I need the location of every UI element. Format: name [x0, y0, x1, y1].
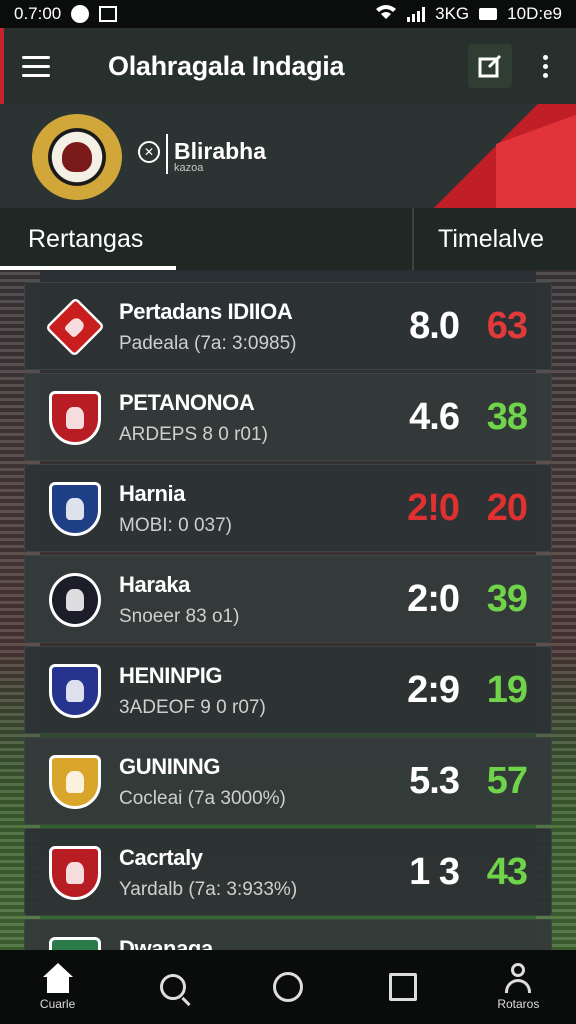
match-row[interactable]: HENINPIG 3ADEOF 9 0 r07) 2:9 19	[24, 646, 552, 734]
team-subtitle: Snoeer 83 o1)	[119, 606, 240, 627]
score-secondary: 43	[486, 851, 528, 893]
status-bar: 0.7:00 3KG 10D:e9	[0, 0, 576, 28]
team-subtitle: 3ADEOF 9 0 r07)	[119, 697, 266, 718]
nav-home[interactable]: Cuarle	[13, 950, 103, 1024]
team-name: Cacrtaly	[119, 845, 203, 870]
nav-profile-label: Rotaros	[497, 997, 540, 1011]
score-secondary: 38	[486, 396, 528, 438]
score-primary: 4.6	[409, 396, 460, 438]
league-header	[0, 104, 576, 208]
more-options-button[interactable]	[530, 44, 560, 88]
team-badge	[45, 570, 105, 630]
edit-icon	[478, 54, 502, 78]
team-name: PETANONOA	[119, 390, 255, 415]
team-subtitle: Yardalb (7a: 3:933%)	[119, 879, 298, 900]
team-badge	[45, 843, 105, 903]
tab-rertangas[interactable]: Rertangas	[0, 208, 176, 270]
team-name: Pertadans IDIIOA	[119, 299, 293, 324]
shield-crest-icon	[49, 664, 101, 718]
score-primary: 5.3	[409, 760, 460, 802]
score-primary: 1 3	[409, 851, 460, 893]
match-row[interactable]: GUNINNG Cocleai (7a 3000%) 5.3 57	[24, 737, 552, 825]
home-icon	[41, 963, 75, 993]
person-icon	[503, 963, 533, 993]
team-name: HENINPIG	[119, 663, 223, 688]
score-primary: 2!0	[407, 487, 460, 529]
team-name: GUNINNG	[119, 754, 221, 779]
network-type: 3KG	[435, 4, 470, 23]
match-row[interactable]: Pertadans IDIIOA Padeala (7a: 3:0985) 8.…	[24, 282, 552, 370]
match-row[interactable]: Haraka Snoeer 83 o1) 2:0 39	[24, 555, 552, 643]
nav-profile[interactable]: Rotaros	[473, 950, 563, 1024]
score-secondary: 63	[486, 305, 528, 347]
garuda-crest-icon	[49, 755, 101, 809]
league-crest-icon	[32, 114, 122, 200]
app-bar: Olahragala Indagia	[0, 28, 576, 104]
score-secondary: 19	[486, 669, 528, 711]
notification-icon	[71, 5, 90, 23]
nav-square[interactable]	[358, 950, 448, 1024]
score-primary: 2:9	[407, 669, 460, 711]
message-icon	[99, 6, 118, 22]
bottom-navigation: Cuarle Rotaros	[0, 950, 576, 1024]
nav-search[interactable]	[128, 950, 218, 1024]
square-icon	[389, 973, 418, 1001]
team-subtitle: ARDEPS 8 0 r01)	[119, 424, 268, 445]
circle-icon	[272, 972, 303, 1002]
team-badge	[45, 388, 105, 448]
team-badge	[45, 661, 105, 721]
shield-crest-icon	[49, 846, 101, 900]
diamond-crest-icon	[45, 297, 105, 357]
team-badge	[45, 297, 105, 357]
team-name: Haraka	[119, 572, 190, 597]
partner-subtitle: kazoa	[174, 162, 204, 174]
score-secondary: 57	[486, 760, 528, 802]
partner-name: Blirabha	[174, 138, 267, 164]
status-time: 0.7:00	[14, 4, 62, 23]
app-title: Olahragala Indagia	[108, 50, 345, 81]
team-subtitle: Padeala (7a: 3:0985)	[119, 333, 297, 354]
shield-crest-icon	[49, 482, 101, 536]
edit-button[interactable]	[468, 44, 512, 88]
battery-icon	[479, 8, 498, 20]
nav-circle[interactable]	[243, 950, 333, 1024]
partner-divider	[166, 134, 168, 174]
header-accent-highlight	[496, 104, 576, 208]
nav-home-label: Cuarle	[39, 997, 76, 1011]
score-secondary: 39	[486, 578, 528, 620]
match-row[interactable]: Harnia MOBI: 0 037) 2!0 20	[24, 464, 552, 552]
team-subtitle: MOBI: 0 037)	[119, 515, 232, 536]
team-subtitle: Cocleai (7a 3000%)	[119, 788, 286, 809]
wifi-icon	[375, 4, 397, 25]
round-crest-icon	[49, 573, 101, 627]
menu-button[interactable]	[22, 38, 78, 94]
score-secondary: 20	[486, 487, 528, 529]
match-row[interactable]: Cacrtaly Yardalb (7a: 3:933%) 1 3 43	[24, 828, 552, 916]
shield-crest-icon	[49, 391, 101, 445]
score-primary: 8.0	[409, 305, 460, 347]
team-badge	[45, 479, 105, 539]
tab-bar: Rertangas Timelalve	[0, 208, 576, 270]
team-badge	[45, 752, 105, 812]
partner-logo-icon: ✕	[138, 141, 160, 163]
match-row[interactable]: PETANONOA ARDEPS 8 0 r01) 4.6 38	[24, 373, 552, 461]
status-clock: 10D:e9	[507, 4, 562, 23]
tab-timelalve[interactable]: Timelalve	[412, 208, 576, 270]
search-icon	[159, 974, 186, 1000]
signal-icon	[407, 6, 426, 22]
team-name: Harnia	[119, 481, 186, 506]
score-primary: 2:0	[407, 578, 460, 620]
